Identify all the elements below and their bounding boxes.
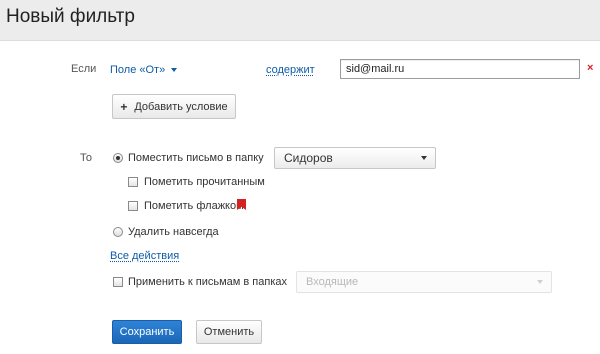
- apply-folder-select: Входящие: [296, 271, 552, 293]
- apply-folder-select-value: Входящие: [306, 276, 359, 288]
- move-to-folder-label: Поместить письмо в папку: [128, 152, 264, 164]
- chevron-down-icon: [421, 156, 427, 160]
- delete-forever-label: Удалить навсегда: [128, 226, 219, 238]
- move-to-folder-radio[interactable]: [113, 153, 123, 163]
- condition-field-label: Поле «От»: [110, 64, 166, 76]
- actions-then-label: То: [80, 152, 92, 164]
- apply-to-folders-label: Применить к письмам в папках: [128, 276, 287, 288]
- folder-select-value: Сидоров: [284, 151, 333, 165]
- add-condition-button[interactable]: + Добавить условие: [112, 94, 236, 119]
- all-actions-link[interactable]: Все действия: [110, 250, 179, 262]
- header-bar: Новый фильтр: [0, 0, 600, 41]
- condition-value-input[interactable]: [340, 59, 580, 79]
- mark-flag-label: Пометить флажком: [144, 200, 244, 212]
- plus-icon: +: [120, 99, 128, 114]
- condition-field-dropdown[interactable]: Поле «От»: [110, 64, 178, 76]
- condition-if-label: Если: [71, 63, 97, 75]
- chevron-down-icon: [171, 68, 178, 72]
- chevron-down-icon: [537, 280, 543, 284]
- cancel-button[interactable]: Отменить: [196, 320, 262, 344]
- mark-flag-checkbox[interactable]: [128, 201, 138, 211]
- add-condition-label: Добавить условие: [134, 100, 228, 113]
- page-title: Новый фильтр: [6, 6, 135, 27]
- delete-forever-radio[interactable]: [113, 227, 123, 237]
- save-button[interactable]: Сохранить: [112, 320, 182, 344]
- folder-select[interactable]: Сидоров: [274, 147, 436, 169]
- apply-to-folders-checkbox[interactable]: [113, 277, 123, 287]
- mark-read-checkbox[interactable]: [128, 177, 138, 187]
- remove-condition-icon[interactable]: ×: [587, 63, 593, 74]
- mark-read-label: Пометить прочитанным: [144, 176, 265, 188]
- condition-operator-dropdown[interactable]: содержит: [266, 64, 315, 76]
